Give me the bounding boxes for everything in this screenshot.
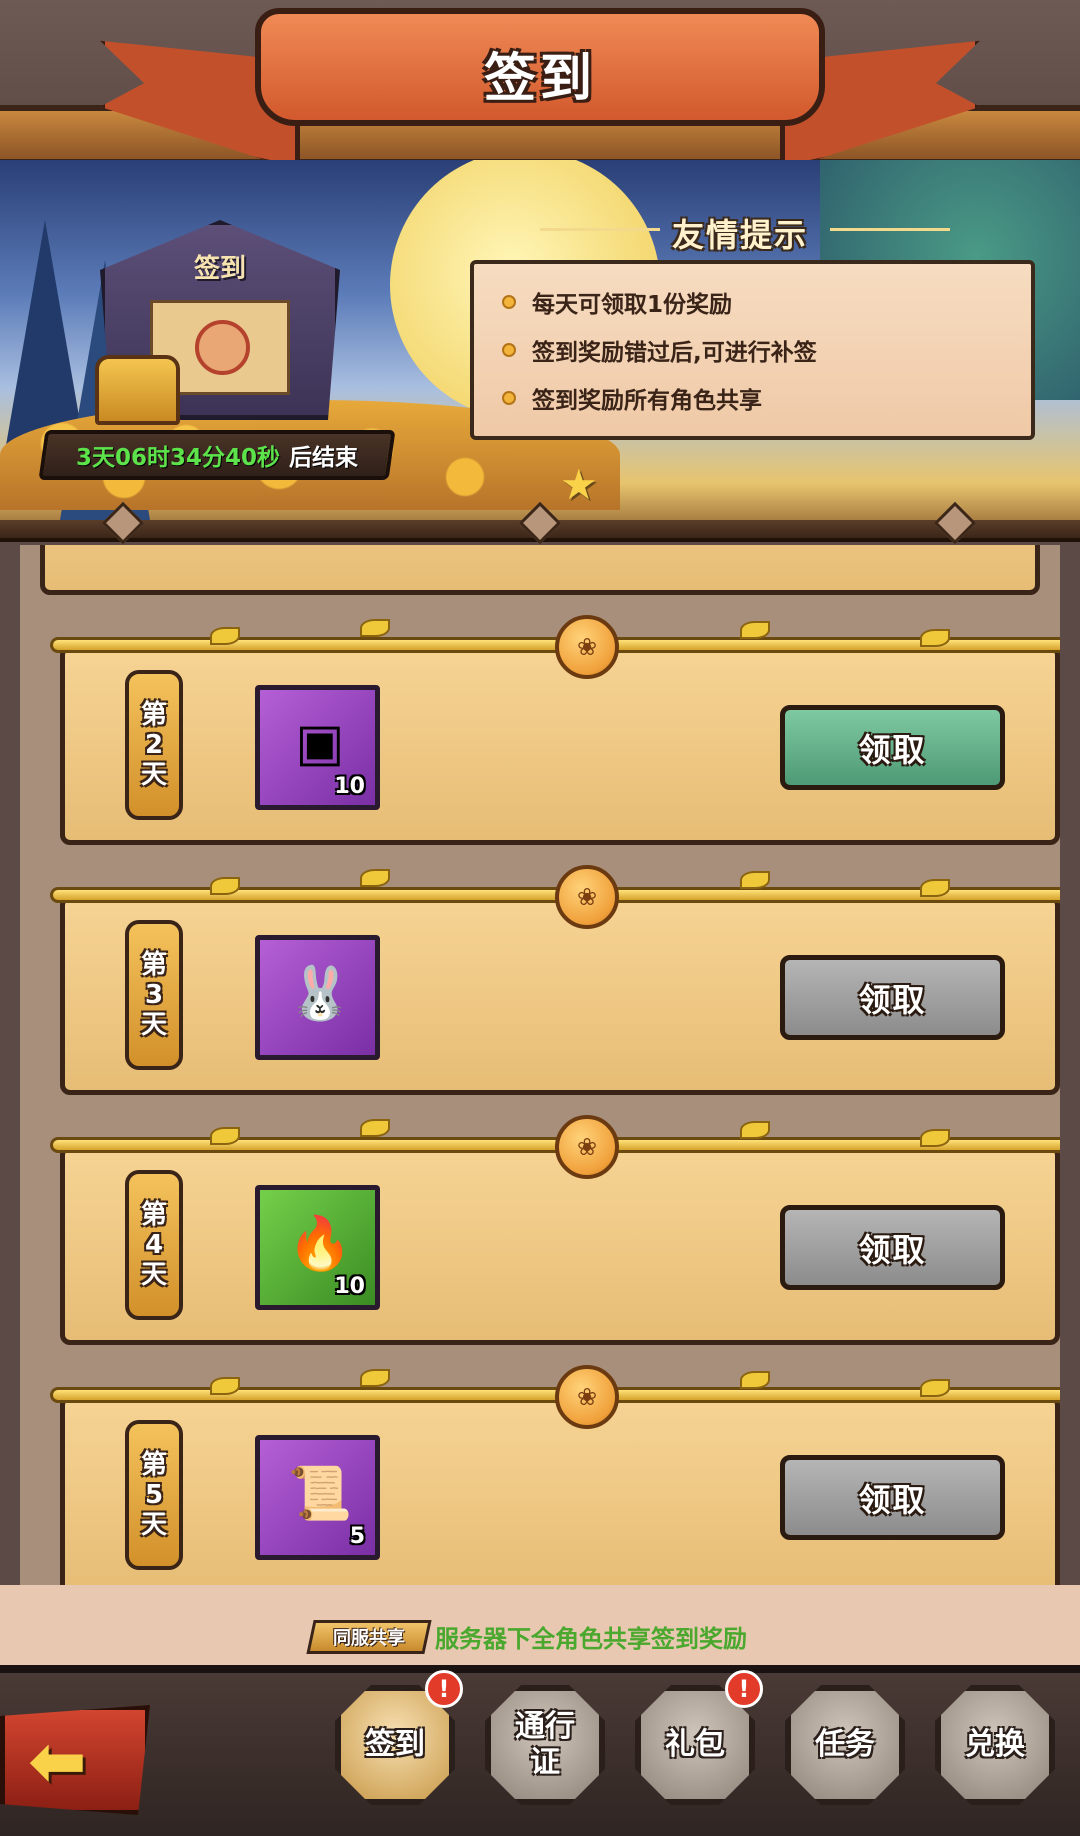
leaf-icon [920,629,950,647]
leaf-icon [740,871,770,889]
day-tag-char: 天 [140,760,167,790]
rabbit-medal-icon: ❀ [555,865,619,929]
leaf-icon [210,1377,240,1395]
event-banner: 签到 3天06时34分40秒 后结束 友情提示 每天可领取1份奖励 签到奖励错过… [0,160,1080,540]
tip-item: 签到奖励所有角色共享 [504,374,1001,422]
reward-item[interactable]: 🔥 10 [255,1185,380,1310]
nav-label: 兑换 [965,1727,1025,1762]
alert-badge-icon: ! [425,1670,463,1708]
bullet-icon [504,345,514,355]
rabbit-medal-icon: ❀ [555,1365,619,1429]
leaf-icon [920,1379,950,1397]
day-tag: 第 4 天 [125,1170,183,1320]
nav-pass-button[interactable]: 通行证 [485,1685,605,1805]
day-tag: 第 2 天 [125,670,183,820]
leaf-icon [740,1121,770,1139]
share-badge-label: 同服共享 [333,1628,405,1649]
leaf-icon [360,1119,390,1137]
tips-title-line [830,228,950,231]
leaf-icon [360,869,390,887]
reward-count: 10 [334,1274,365,1299]
share-description: 服务器下全角色共享签到奖励 [435,1625,747,1653]
previous-day-card [40,545,1040,595]
nav-tasks-button[interactable]: 任务 [785,1685,905,1805]
tips-card: 每天可领取1份奖励 签到奖励错过后,可进行补签 签到奖励所有角色共享 [470,260,1035,440]
blue-flame-icon: 🔥 [287,1213,353,1274]
tip-item: 签到奖励错过后,可进行补签 [504,326,1001,374]
nav-exchange-button[interactable]: 兑换 [935,1685,1055,1805]
reward-item[interactable]: 📜 5 [255,1435,380,1560]
claim-button[interactable]: 领取 [780,705,1005,790]
day-tag-char: 天 [140,1260,167,1290]
tip-text: 签到奖励错过后,可进行补签 [532,340,817,366]
claim-button[interactable]: 领取 [780,1455,1005,1540]
scroll-icon: 📜 [287,1463,353,1524]
leaf-icon [920,1129,950,1147]
day-tag-number: 3 [144,980,164,1010]
leaf-icon [210,627,240,645]
leaf-icon [360,1369,390,1387]
day-tag: 第 3 天 [125,920,183,1070]
reward-item[interactable]: ▣ 10 [255,685,380,810]
nav-label: 任务 [815,1727,875,1762]
reward-item[interactable]: 🐰 [255,935,380,1060]
rabbit-medal-icon: ❀ [555,1115,619,1179]
reward-count: 10 [334,774,365,799]
signin-day-list[interactable]: ❀ 第 2 天 ▣ 10 领取 ❀ 第 3 天 🐰 领取 ❀ 第 4 天 🔥 1… [20,545,1060,1585]
treasure-chest-icon [95,355,180,425]
day-tag: 第 5 天 [125,1420,183,1570]
day-tag-number: 5 [144,1480,164,1510]
bullet-icon [504,393,514,403]
leaf-icon [360,619,390,637]
day-tag-char: 第 [140,1450,167,1480]
tip-text: 签到奖励所有角色共享 [532,388,762,414]
ticket-icon: ▣ [295,713,345,773]
page-title: 签到 [483,49,596,109]
tip-text: 每天可领取1份奖励 [532,292,733,318]
day-tag-number: 4 [144,1230,164,1260]
countdown-value: 3天06时34分40秒 [76,445,281,471]
day-tag-char: 天 [140,1010,167,1040]
leaf-icon [210,1127,240,1145]
day-tag-char: 第 [140,700,167,730]
title-ribbon: 签到 [255,8,825,126]
stamp-icon [195,320,250,375]
bullet-icon [504,297,514,307]
alert-badge-icon: ! [725,1670,763,1708]
signin-screen: 签到 签到 3天06时34分40秒 后结束 友情提示 每天可领取1份奖励 签到奖… [0,0,1080,1836]
leaf-icon [210,877,240,895]
nav-label: 礼包 [665,1727,725,1762]
day-tag-char: 第 [140,950,167,980]
nav-label: 签到 [365,1727,425,1762]
bunny-character-icon: 🐰 [287,963,353,1024]
leaf-icon [740,621,770,639]
star-icon: ★ [560,460,598,509]
tip-item: 每天可领取1份奖励 [504,278,1001,326]
claim-button[interactable]: 领取 [780,1205,1005,1290]
day-tag-number: 2 [144,730,164,760]
back-arrow-icon[interactable]: ⬅ [28,1720,87,1802]
day-tag-char: 第 [140,1200,167,1230]
rabbit-medal-icon: ❀ [555,615,619,679]
countdown-timer: 3天06时34分40秒 后结束 [38,430,396,480]
day-tag-char: 天 [140,1510,167,1540]
leaf-icon [920,879,950,897]
tips-title: 友情提示 [671,216,808,254]
countdown-suffix: 后结束 [288,445,358,471]
reward-count: 5 [349,1524,365,1549]
share-badge: 同服共享 [306,1620,432,1654]
claim-button[interactable]: 领取 [780,955,1005,1040]
leaf-icon [740,1371,770,1389]
board-label: 签到 [193,254,246,284]
nav-label: 通行证 [515,1709,575,1780]
